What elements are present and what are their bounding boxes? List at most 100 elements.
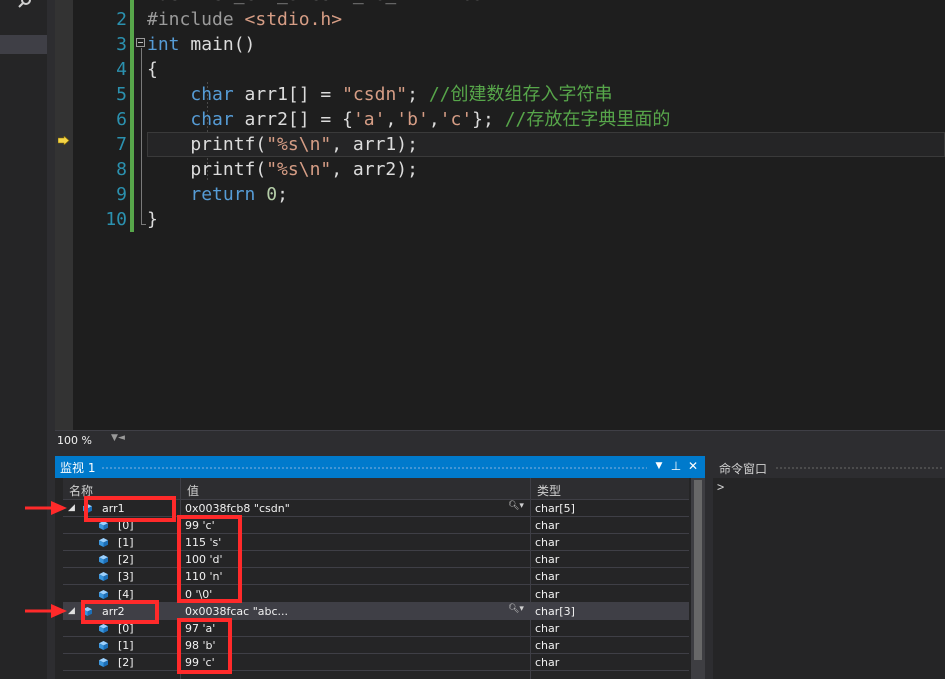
watch-window-title: 监视 1 (60, 461, 96, 475)
line-number: 4 (116, 59, 127, 80)
code-token: arr2[] = { (233, 109, 353, 130)
pin-icon[interactable]: ⊥ (669, 459, 683, 473)
code-text: return 0; (147, 182, 288, 207)
variable-cube-icon (99, 555, 108, 565)
code-token: #include (147, 9, 245, 30)
code-token: printf( (147, 134, 267, 155)
code-line[interactable]: 3 int main() (55, 32, 945, 57)
code-line[interactable]: 2 #include <stdio.h> (55, 7, 945, 32)
watch-row-element[interactable]: [3] 110 'n' char (63, 568, 689, 586)
titlebar-grip (775, 466, 943, 470)
code-token: ; (277, 184, 288, 205)
command-window[interactable]: 命令窗口 > (713, 456, 945, 679)
command-window-titlebar[interactable]: 命令窗口 (713, 456, 945, 478)
column-divider[interactable] (530, 478, 531, 679)
watch-type-cell: char (535, 519, 560, 533)
watch-type-cell: char (535, 587, 560, 601)
selected-tree-item[interactable] (0, 35, 47, 54)
line-number: 1 (93, 0, 127, 7)
command-prompt: > (717, 480, 725, 494)
code-token: printf( (147, 159, 267, 180)
search-icon[interactable] (17, 0, 33, 10)
line-number: 5 (116, 84, 127, 105)
code-token: #define _CRT_SECURE_NO_WARNINGS 1 (147, 0, 505, 5)
chevron-down-icon[interactable]: ▼ (111, 433, 118, 443)
code-token: char (190, 84, 234, 105)
code-token: , (428, 109, 440, 130)
code-line[interactable]: 1 #define _CRT_SECURE_NO_WARNINGS 1 (55, 0, 945, 7)
code-token: , arr1); (331, 134, 418, 155)
watch-window: 监视 1 ▼ ⊥ ✕ 名称 值 类型 ◢ arr1 0x0038fcb8 "csdn… (55, 456, 705, 679)
watch-row-element[interactable]: [1] 115 's' char (63, 534, 689, 552)
watch-name-cell[interactable]: [2] (118, 553, 134, 566)
code-line[interactable]: 5 char arr1[] = "csdn"; //创建数组存入字符串 (55, 82, 945, 107)
code-token: arr1[] = (233, 84, 343, 105)
code-text: { (147, 57, 158, 82)
watch-window-titlebar[interactable]: 监视 1 ▼ ⊥ ✕ (55, 456, 705, 478)
code-line[interactable]: 6 char arr2[] = {'a','b','c'}; //存放在字典里面… (55, 107, 945, 132)
watch-value-cell[interactable]: 0x0038fcb8 "csdn" (185, 502, 290, 515)
code-token: //存放在字典里面的 (504, 109, 671, 130)
code-token: int (147, 34, 180, 55)
vertical-scrollbar[interactable] (691, 478, 705, 679)
column-header-type[interactable]: 类型 (537, 482, 561, 499)
window-menu-dropdown-icon[interactable]: ▼ (652, 461, 666, 471)
code-line[interactable]: 10} (55, 207, 945, 232)
code-editor[interactable]: 1 #define _CRT_SECURE_NO_WARNINGS 1 2 #incl… (55, 0, 945, 430)
annotation-box-arr1-values (177, 515, 242, 603)
visualizer-magnifier-icon[interactable]: 🔍︎▾ (508, 604, 524, 614)
collapse-triangle-icon[interactable]: ◢ (68, 503, 75, 513)
watch-row-element[interactable]: [2] 99 'c' char (63, 654, 689, 671)
horizontal-scrollbar[interactable] (118, 440, 945, 444)
annotation-box-arr2-name (81, 600, 159, 624)
code-text: char arr2[] = {'a','b','c'}; //存放在字典里面的 (147, 107, 670, 132)
code-token: "%s\n" (266, 134, 332, 155)
line-number: 6 (116, 109, 127, 130)
code-token: main() (179, 34, 256, 55)
code-token: char (190, 109, 234, 130)
watch-type-cell: char (535, 536, 560, 550)
line-number: 9 (116, 184, 127, 205)
code-token: <stdio.h> (244, 9, 343, 30)
watch-row-element[interactable]: [1] 98 'b' char (63, 637, 689, 654)
annotation-box-arr2-values (177, 618, 232, 674)
code-line[interactable]: 4{ (55, 57, 945, 82)
code-token: }; (472, 109, 505, 130)
column-header-value[interactable]: 值 (187, 482, 199, 499)
visualizer-magnifier-icon[interactable]: 🔍︎▾ (508, 501, 524, 511)
code-token: //创建数组存入字符串 (428, 84, 613, 105)
command-window-title: 命令窗口 (719, 462, 768, 476)
scrollbar-thumb[interactable] (694, 480, 702, 660)
zoom-level-select[interactable]: 100 % (57, 433, 92, 448)
panel-splitter[interactable] (47, 0, 55, 679)
watch-name-cell[interactable]: [3] (118, 570, 134, 583)
watch-value-cell[interactable]: 0x0038fcac "abc... (185, 605, 288, 618)
watch-row-element[interactable]: [2] 100 'd' char (63, 551, 689, 569)
code-text: int main() (147, 32, 255, 57)
close-icon[interactable]: ✕ (686, 459, 700, 473)
annotation-box-arr1-name (84, 496, 176, 522)
line-number: 7 (116, 134, 127, 155)
watch-name-cell[interactable]: [2] (118, 656, 134, 669)
code-text: char arr1[] = "csdn"; //创建数组存入字符串 (147, 82, 613, 107)
panel-splitter[interactable] (705, 456, 713, 679)
watch-name-cell[interactable]: [4] (118, 588, 134, 601)
collapse-triangle-icon[interactable]: ◢ (68, 606, 75, 616)
line-number: 8 (116, 159, 127, 180)
variable-cube-icon (99, 572, 108, 582)
code-token: } (147, 209, 158, 230)
watch-name-cell[interactable]: [1] (118, 536, 134, 549)
code-line[interactable]: 8 printf("%s\n", arr2); (55, 157, 945, 182)
code-line[interactable]: 9 return 0; (55, 182, 945, 207)
code-token: , (385, 109, 397, 130)
watch-type-cell: char (535, 638, 560, 652)
editor-status-strip: 100 % ▼ ◄ (55, 430, 945, 450)
line-number: 3 (116, 34, 127, 55)
code-line[interactable]: 7 printf("%s\n", arr1); (116, 132, 945, 157)
code-token: "csdn" (342, 84, 408, 105)
variable-cube-icon (99, 623, 108, 633)
watch-name-cell[interactable]: [1] (118, 639, 134, 652)
code-token: , arr2); (331, 159, 418, 180)
